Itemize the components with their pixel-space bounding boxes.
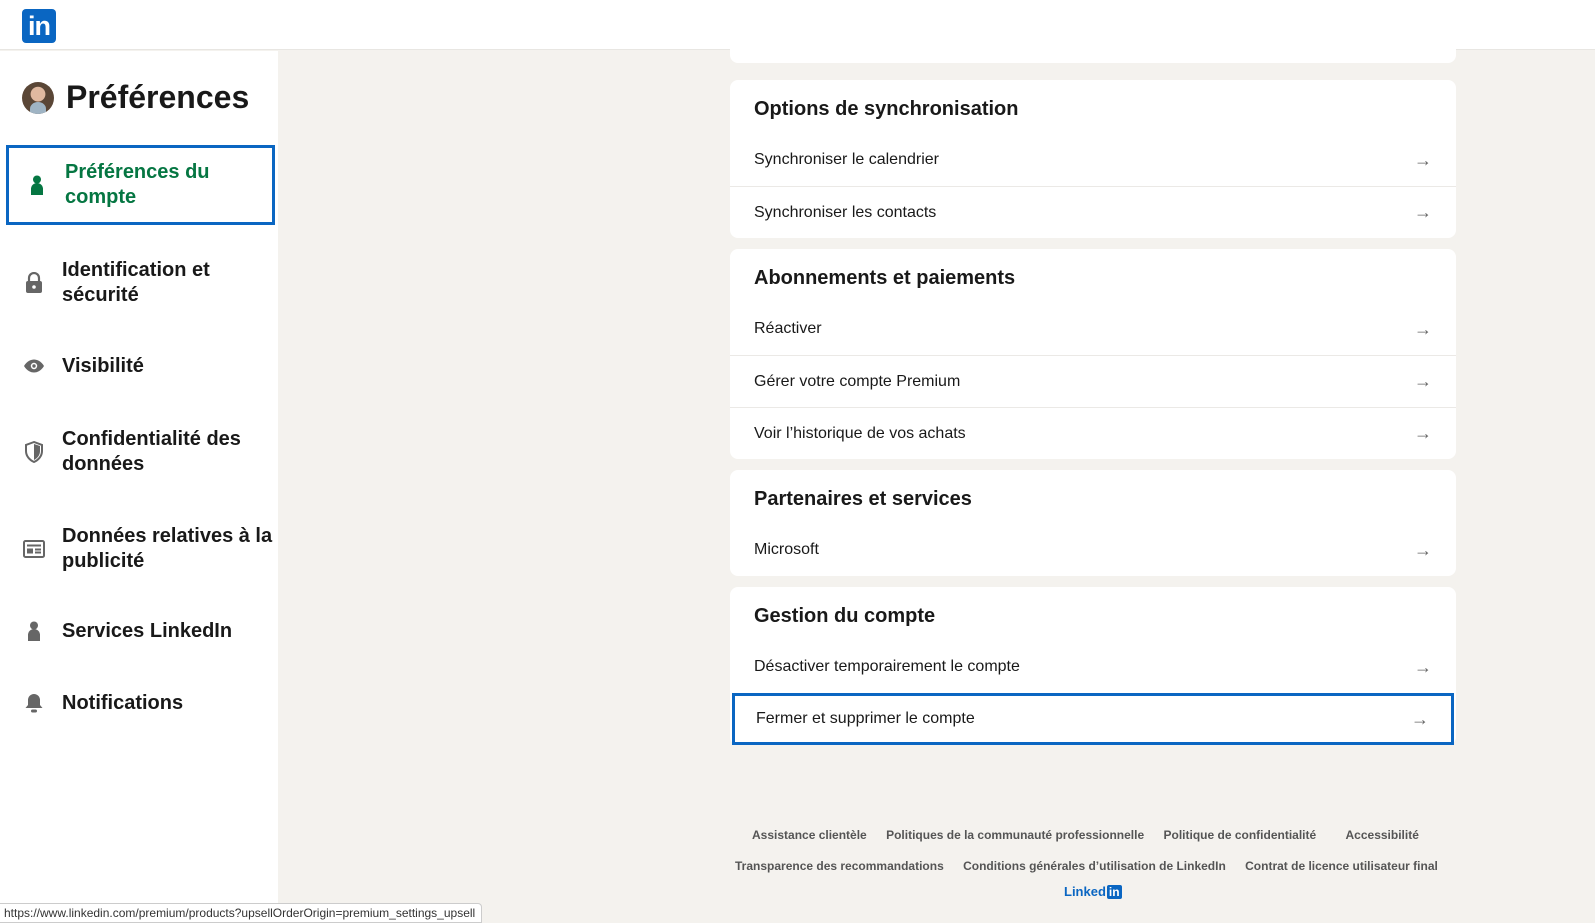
arrow-right-icon: → [1414, 423, 1432, 443]
row-close-delete-account[interactable]: Fermer et supprimer le compte → [732, 693, 1454, 745]
sidebar: Préférences Préférences du compte Identi… [0, 51, 278, 923]
shield-icon [22, 440, 46, 464]
row-label: Voir l’historique de vos achats [754, 424, 966, 442]
sidebar-item-account-preferences[interactable]: Préférences du compte [6, 145, 275, 225]
eye-icon [22, 354, 46, 378]
sidebar-item-label: Notifications [62, 691, 184, 714]
sidebar-item-label: Identification et sécurité [62, 259, 210, 306]
footer-link-customer-support[interactable]: Assistance clientèle [752, 828, 867, 842]
sidebar-item-linkedin-services[interactable]: Services LinkedIn [6, 616, 275, 646]
sidebar-item-notifications[interactable]: Notifications [6, 688, 275, 718]
sidebar-item-label: Préférences du compte [65, 161, 210, 208]
row-label: Gérer votre compte Premium [754, 372, 961, 390]
section-title: Options de synchronisation [754, 98, 1019, 120]
linkedin-logo[interactable]: in [22, 9, 56, 43]
arrow-right-icon: → [1411, 708, 1429, 729]
row-sync-contacts[interactable]: Synchroniser les contacts → [730, 186, 1456, 238]
arrow-right-icon: → [1414, 149, 1432, 170]
row-label: Réactiver [754, 320, 822, 337]
footer-linkedin-logo: Linked in [1064, 884, 1122, 899]
arrow-right-icon: → [1414, 202, 1432, 222]
card-partial-top [730, 40, 1456, 63]
row-microsoft[interactable]: Microsoft → [730, 524, 1456, 576]
row-deactivate-account[interactable]: Désactiver temporairement le compte → [730, 641, 1456, 693]
footer-link-community-policies[interactable]: Politiques de la communauté professionne… [886, 828, 1144, 842]
footer-link-privacy-policy[interactable]: Politique de confidentialité [1163, 828, 1316, 842]
arrow-right-icon: → [1414, 539, 1432, 560]
arrow-right-icon: → [1414, 371, 1432, 391]
row-label: Microsoft [754, 541, 819, 558]
bell-icon [22, 691, 46, 715]
row-label: Synchroniser le calendrier [754, 151, 939, 168]
row-manage-premium[interactable]: Gérer votre compte Premium → [730, 355, 1456, 407]
footer-link-eula[interactable]: Contrat de licence utilisateur final [1245, 859, 1438, 873]
sidebar-item-label: Données relatives à la publicité [62, 525, 273, 572]
sidebar-item-data-privacy[interactable]: Confidentialité des données [6, 424, 275, 480]
section-sync-options: Options de synchronisation Synchroniser … [730, 80, 1456, 238]
row-reactivate[interactable]: Réactiver → [730, 303, 1456, 355]
sidebar-header: Préférences [22, 79, 249, 116]
section-partners-services: Partenaires et services Microsoft → [730, 470, 1456, 576]
sidebar-item-visibility[interactable]: Visibilité [6, 351, 275, 381]
row-purchase-history[interactable]: Voir l’historique de vos achats → [730, 407, 1456, 459]
section-subscriptions-payments: Abonnements et paiements Réactiver → Gér… [730, 249, 1456, 459]
arrow-right-icon: → [1414, 656, 1432, 677]
sidebar-item-label: Visibilité [62, 354, 144, 377]
section-title: Abonnements et paiements [754, 267, 1016, 289]
section-account-management: Gestion du compte Désactiver temporairem… [730, 587, 1456, 745]
person-icon [25, 173, 49, 197]
sidebar-item-label: Services LinkedIn [62, 619, 233, 642]
footer-link-recommendation-transparency[interactable]: Transparence des recommandations [735, 859, 944, 873]
footer-links-row1: Assistance clientèle Politiques de la co… [744, 828, 1427, 842]
sidebar-item-label: Confidentialité des données [62, 428, 241, 475]
footer-links-row2: Transparence des recommandations Conditi… [727, 859, 1446, 873]
brand-box: in [1106, 885, 1122, 899]
row-label: Désactiver temporairement le compte [754, 658, 1020, 675]
row-sync-calendar[interactable]: Synchroniser le calendrier → [730, 134, 1456, 186]
row-label: Synchroniser les contacts [754, 203, 937, 221]
arrow-right-icon: → [1414, 318, 1432, 339]
page-title: Préférences [66, 79, 250, 115]
footer-link-accessibility[interactable]: Accessibilité [1346, 828, 1419, 842]
newspaper-icon [22, 537, 46, 561]
sidebar-item-advertising-data[interactable]: Données relatives à la publicité [6, 521, 275, 577]
footer-link-user-agreement[interactable]: Conditions générales d’utilisation de Li… [963, 859, 1226, 873]
row-label: Fermer et supprimer le compte [756, 710, 975, 727]
avatar[interactable] [22, 81, 54, 114]
sidebar-item-security[interactable]: Identification et sécurité [6, 255, 275, 311]
person-icon [22, 619, 46, 643]
section-title: Gestion du compte [754, 605, 936, 627]
brand-text: Linked [1064, 884, 1106, 899]
lock-icon [22, 271, 46, 295]
section-title: Partenaires et services [754, 488, 972, 510]
status-bar-url: https://www.linkedin.com/premium/product… [0, 903, 483, 923]
